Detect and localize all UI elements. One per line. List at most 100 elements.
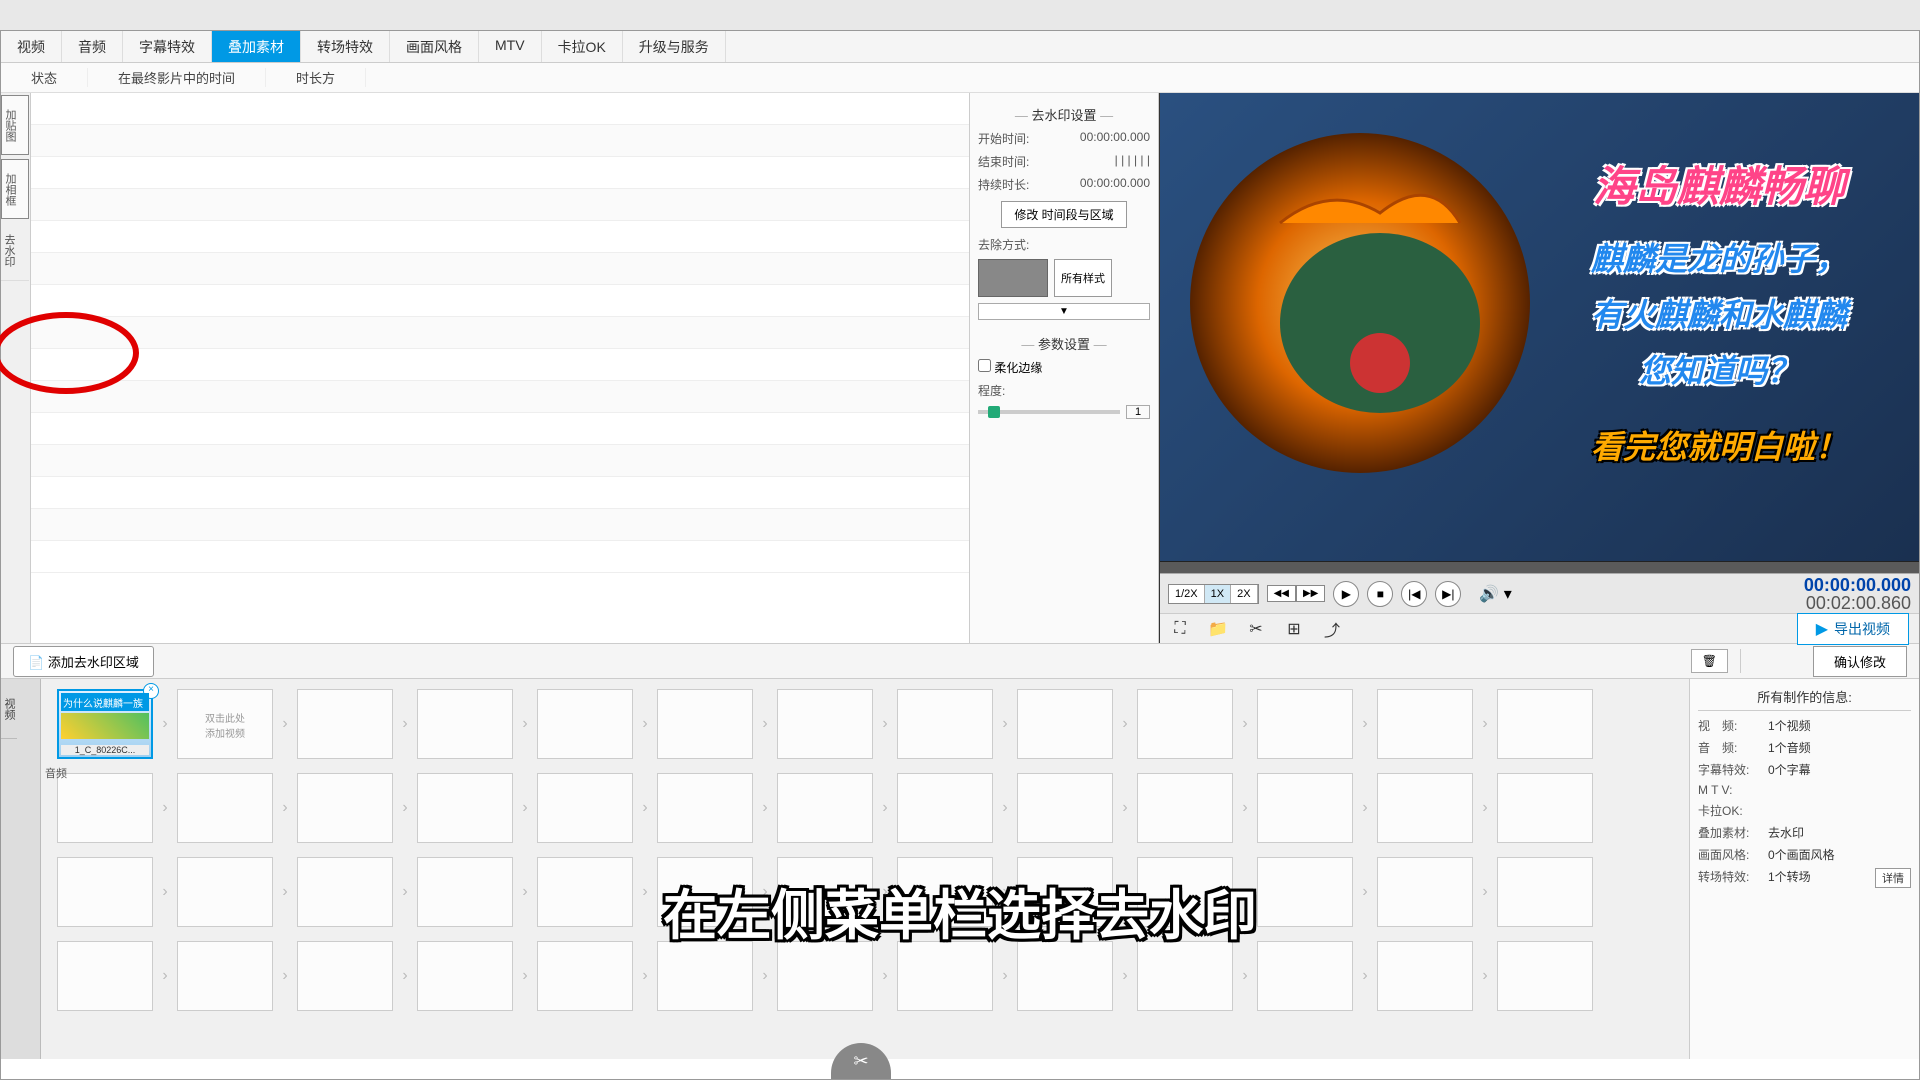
clip-slot[interactable] [1257, 941, 1353, 1011]
clip-slot[interactable] [777, 689, 873, 759]
share-icon[interactable]: ⤴ [1322, 619, 1342, 639]
clip-slot[interactable] [57, 773, 153, 843]
transition-slot[interactable]: › [873, 689, 897, 759]
transition-slot[interactable]: › [273, 773, 297, 843]
transition-slot[interactable]: › [1473, 941, 1497, 1011]
clip-slot[interactable] [417, 941, 513, 1011]
delete-button[interactable]: 🗑 [1691, 649, 1728, 673]
skip-forward-button[interactable]: ▶| [1435, 581, 1461, 607]
play-button[interactable]: ▶ [1333, 581, 1359, 607]
transition-slot[interactable]: › [1473, 857, 1497, 927]
transition-slot[interactable]: › [1233, 857, 1257, 927]
transition-slot[interactable]: › [993, 857, 1017, 927]
clip-slot[interactable] [777, 941, 873, 1011]
transition-slot[interactable]: › [273, 857, 297, 927]
transition-slot[interactable]: › [393, 857, 417, 927]
clip-slot[interactable] [297, 773, 393, 843]
transition-slot[interactable]: › [153, 689, 177, 759]
add-watermark-region-button[interactable]: 📄 添加去水印区域 [13, 646, 154, 677]
transition-slot[interactable]: › [993, 941, 1017, 1011]
snapshot-icon[interactable]: ✂ [1246, 619, 1266, 639]
transition-slot[interactable]: › [1353, 857, 1377, 927]
clip-slot[interactable] [417, 857, 513, 927]
skip-back-button[interactable]: |◀ [1401, 581, 1427, 607]
top-tab-8[interactable]: 升级与服务 [623, 31, 726, 62]
clip-slot[interactable] [1497, 857, 1593, 927]
export-video-button[interactable]: ▶导出视频 [1797, 613, 1909, 645]
transition-slot[interactable]: › [633, 773, 657, 843]
clip-slot[interactable] [1257, 773, 1353, 843]
clip-slot[interactable] [1137, 941, 1233, 1011]
clip-slot[interactable] [57, 941, 153, 1011]
confirm-modify-button[interactable]: 确认修改 [1813, 646, 1907, 677]
folder-icon[interactable]: 📁 [1208, 619, 1228, 639]
clip-slot[interactable] [417, 773, 513, 843]
clip-slot[interactable] [1137, 773, 1233, 843]
more-styles-button[interactable]: 所有样式 [1054, 259, 1112, 297]
transition-slot[interactable]: › [393, 689, 417, 759]
transition-slot[interactable]: › [1113, 689, 1137, 759]
fullscreen-icon[interactable]: ⛶ [1170, 619, 1190, 639]
transition-slot[interactable]: › [153, 773, 177, 843]
transition-slot[interactable]: › [873, 941, 897, 1011]
transition-slot[interactable]: › [753, 941, 777, 1011]
clip-slot[interactable] [57, 857, 153, 927]
top-tab-3[interactable]: 叠加素材 [212, 31, 301, 62]
modify-time-region-button[interactable]: 修改 时间段与区域 [1001, 201, 1126, 228]
clip-slot[interactable] [1497, 773, 1593, 843]
clip-slot[interactable] [657, 773, 753, 843]
speed-button-1/2X[interactable]: 1/2X [1169, 585, 1205, 603]
clip-slot[interactable] [537, 689, 633, 759]
transition-slot[interactable]: › [1233, 941, 1257, 1011]
transition-slot[interactable]: › [873, 857, 897, 927]
transition-slot[interactable]: › [993, 689, 1017, 759]
transition-slot[interactable]: › [513, 941, 537, 1011]
clip-slot[interactable] [1377, 941, 1473, 1011]
clip-slot[interactable] [297, 857, 393, 927]
clip-slot[interactable] [897, 689, 993, 759]
transition-slot[interactable]: › [1233, 773, 1257, 843]
clip-slot[interactable] [1497, 689, 1593, 759]
transition-slot[interactable]: › [1113, 941, 1137, 1011]
top-tab-5[interactable]: 画面风格 [390, 31, 479, 62]
clip-slot[interactable] [1497, 941, 1593, 1011]
transition-slot[interactable]: › [513, 773, 537, 843]
transition-slot[interactable]: › [1113, 773, 1137, 843]
speed-button-1X[interactable]: 1X [1205, 585, 1231, 603]
transition-slot[interactable]: › [273, 941, 297, 1011]
style-preview[interactable] [978, 259, 1048, 297]
settings-icon[interactable]: ⊞ [1284, 619, 1304, 639]
clip-slot[interactable] [1017, 689, 1113, 759]
clip-slot[interactable]: × 为什么说麒麟一族是 1_C_80226C... [57, 689, 153, 759]
clip-slot[interactable] [1017, 941, 1113, 1011]
transition-slot[interactable]: › [1113, 857, 1137, 927]
transition-slot[interactable]: › [153, 941, 177, 1011]
clip-slot[interactable] [777, 773, 873, 843]
clip-slot[interactable] [177, 857, 273, 927]
clip-slot[interactable] [1137, 857, 1233, 927]
transition-slot[interactable]: › [273, 689, 297, 759]
clip-slot[interactable] [177, 941, 273, 1011]
clip-slot[interactable] [1137, 689, 1233, 759]
clip-slot[interactable] [657, 857, 753, 927]
transition-slot[interactable]: › [1473, 689, 1497, 759]
clip-slot[interactable] [897, 857, 993, 927]
clip-slot[interactable] [1257, 689, 1353, 759]
sidebar-add-frame[interactable]: 加相框 [1, 159, 29, 219]
preview-video[interactable]: 海岛麒麟畅聊 麒麟是龙的孙子， 有火麒麟和水麒麟 您知道吗？ 看完您就明白啦！ [1160, 93, 1919, 561]
transition-slot[interactable]: › [753, 857, 777, 927]
expand-styles-button[interactable]: ▼ [978, 303, 1150, 320]
top-tab-0[interactable]: 视频 [1, 31, 62, 62]
info-action-button[interactable]: 详情 [1875, 868, 1911, 888]
clip-slot[interactable] [897, 941, 993, 1011]
transition-slot[interactable]: › [1473, 773, 1497, 843]
clip-slot[interactable] [537, 857, 633, 927]
sidebar-remove-watermark[interactable]: 去水印 [1, 221, 29, 281]
top-tab-7[interactable]: 卡拉OK [542, 31, 623, 62]
clip-slot[interactable] [1377, 773, 1473, 843]
next-frame-button[interactable]: ▶▶ [1296, 585, 1325, 602]
clip-slot[interactable] [1377, 689, 1473, 759]
transition-slot[interactable]: › [513, 689, 537, 759]
transition-slot[interactable]: › [993, 773, 1017, 843]
transition-slot[interactable]: › [153, 857, 177, 927]
